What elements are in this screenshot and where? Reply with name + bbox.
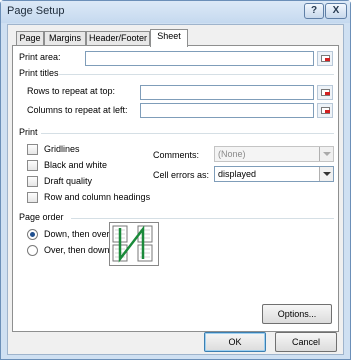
- cols-repeat-label: Columns to repeat at left:: [27, 105, 128, 115]
- tab-header-footer[interactable]: Header/Footer: [86, 31, 150, 46]
- tab-sheet[interactable]: Sheet: [150, 29, 188, 47]
- range-select-icon: [321, 89, 330, 96]
- gridlines-label: Gridlines: [44, 144, 80, 154]
- page-setup-dialog: Page Setup ? X Page Margins Header/Foote…: [0, 0, 351, 360]
- print-area-collapse-button[interactable]: [317, 51, 333, 66]
- page-order-preview: [109, 222, 159, 266]
- black-white-checkbox[interactable]: [27, 160, 38, 171]
- rows-repeat-collapse-button[interactable]: [317, 85, 333, 100]
- cols-repeat-input[interactable]: [140, 103, 314, 118]
- over-then-down-radio[interactable]: [27, 245, 38, 256]
- range-select-icon: [321, 107, 330, 114]
- draft-quality-checkbox[interactable]: [27, 176, 38, 187]
- page-order-heading: Page order: [19, 212, 64, 222]
- down-then-over-radio[interactable]: [27, 229, 38, 240]
- divider: [71, 218, 334, 219]
- comments-label: Comments:: [153, 150, 200, 160]
- tab-margins[interactable]: Margins: [44, 31, 86, 46]
- help-button[interactable]: ?: [304, 3, 324, 19]
- divider: [41, 133, 334, 134]
- comments-select[interactable]: (None): [214, 146, 334, 162]
- cancel-button[interactable]: Cancel: [275, 332, 337, 352]
- sheet-panel: Print area: Print titles Rows to repeat …: [12, 45, 339, 332]
- title-bar[interactable]: Page Setup ? X: [1, 1, 350, 23]
- print-area-input[interactable]: [85, 51, 314, 66]
- row-col-headings-checkbox[interactable]: [27, 192, 38, 203]
- cell-errors-select[interactable]: displayed: [214, 166, 334, 182]
- dialog-client: Page Margins Header/Footer Sheet Print a…: [7, 24, 344, 355]
- print-titles-heading: Print titles: [19, 68, 59, 78]
- rows-repeat-input[interactable]: [140, 85, 314, 100]
- window-title: Page Setup: [7, 5, 65, 17]
- cols-repeat-collapse-button[interactable]: [317, 103, 333, 118]
- down-then-over-label: Down, then over: [44, 229, 110, 239]
- draft-quality-label: Draft quality: [44, 176, 93, 186]
- cell-errors-value: displayed: [218, 169, 257, 179]
- cell-errors-label: Cell errors as:: [153, 170, 210, 180]
- print-area-label: Print area:: [19, 52, 61, 62]
- comments-value: (None): [218, 149, 246, 159]
- rows-repeat-label: Rows to repeat at top:: [27, 86, 116, 96]
- black-white-label: Black and white: [44, 160, 108, 170]
- chevron-down-icon: [319, 167, 333, 181]
- gridlines-checkbox[interactable]: [27, 144, 38, 155]
- page-order-illustration: [112, 225, 153, 263]
- divider: [59, 74, 334, 75]
- close-button[interactable]: X: [325, 3, 347, 19]
- over-then-down-label: Over, then down: [44, 245, 110, 255]
- range-select-icon: [321, 55, 330, 62]
- chevron-down-icon: [319, 147, 333, 161]
- print-heading: Print: [19, 127, 38, 137]
- tab-page[interactable]: Page: [16, 31, 44, 46]
- row-col-headings-label: Row and column headings: [44, 192, 151, 202]
- options-button[interactable]: Options...: [262, 304, 332, 324]
- ok-button[interactable]: OK: [204, 332, 266, 352]
